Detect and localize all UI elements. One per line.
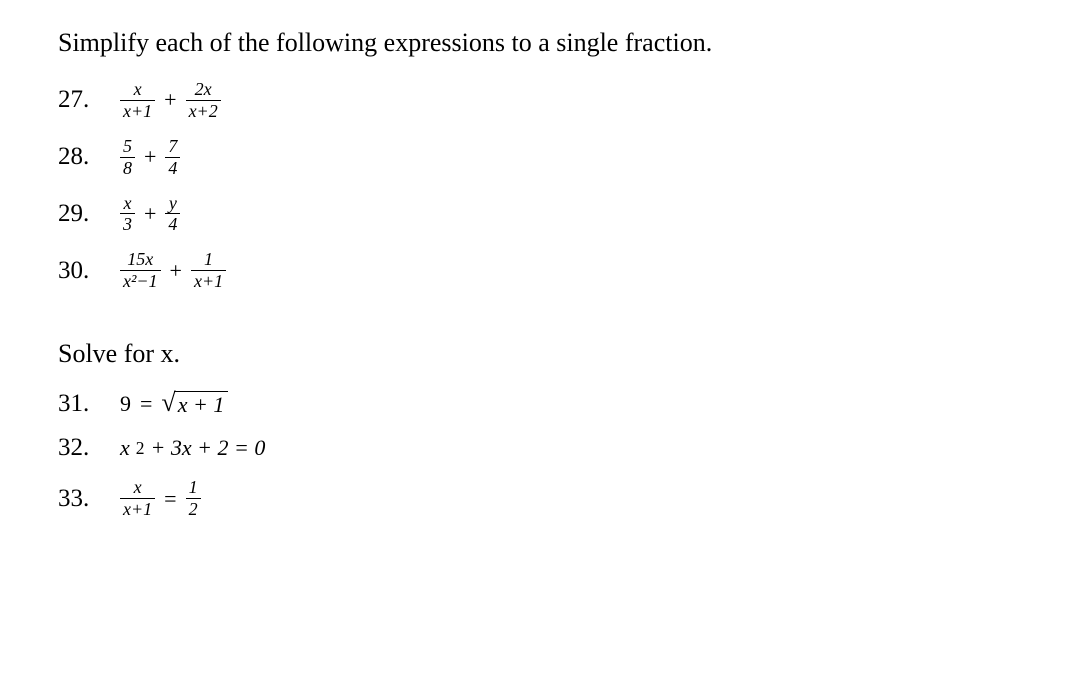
- problem-expression: 9 = √ x + 1: [120, 389, 228, 418]
- square-root: √ x + 1: [161, 389, 228, 418]
- denominator: x+1: [191, 270, 226, 291]
- problem-29: 29. x 3 + y 4: [58, 194, 1022, 235]
- problem-33: 33. x x+1 = 1 2: [58, 478, 1022, 519]
- numerator: 1: [186, 478, 201, 498]
- problem-expression: x x+1 + 2x x+2: [120, 80, 221, 121]
- problem-32: 32. x2 + 3x + 2 = 0: [58, 434, 1022, 462]
- numerator: 1: [201, 250, 216, 270]
- denominator: 2: [186, 498, 201, 519]
- problem-number: 29.: [58, 200, 120, 228]
- problem-number: 32.: [58, 434, 120, 462]
- numerator: 15x: [124, 250, 156, 270]
- problem-expression: 5 8 + 7 4: [120, 137, 180, 178]
- numerator: x: [131, 478, 145, 498]
- numerator: y: [166, 194, 180, 214]
- numerator: 2x: [192, 80, 215, 100]
- problem-31: 31. 9 = √ x + 1: [58, 389, 1022, 418]
- fraction: 1 2: [186, 478, 201, 519]
- fraction: 5 8: [120, 137, 135, 178]
- denominator: x+1: [120, 100, 155, 121]
- operator: +: [141, 201, 159, 227]
- denominator: 4: [165, 213, 180, 234]
- denominator: 8: [120, 157, 135, 178]
- equals-sign: =: [137, 391, 155, 417]
- denominator: 4: [165, 157, 180, 178]
- problem-27: 27. x x+1 + 2x x+2: [58, 80, 1022, 121]
- numerator: 5: [120, 137, 135, 157]
- denominator: 3: [120, 213, 135, 234]
- fraction: 7 4: [165, 137, 180, 178]
- problem-number: 33.: [58, 485, 120, 513]
- problem-expression: x2 + 3x + 2 = 0: [120, 435, 265, 461]
- denominator: x+2: [186, 100, 221, 121]
- fraction: 1 x+1: [191, 250, 226, 291]
- section2-instruction: Solve for x.: [58, 339, 1022, 369]
- problem-expression: 15x x²−1 + 1 x+1: [120, 250, 226, 291]
- problem-number: 30.: [58, 257, 120, 285]
- fraction: x x+1: [120, 478, 155, 519]
- operator: +: [161, 87, 179, 113]
- numerator: x: [121, 194, 135, 214]
- problem-number: 28.: [58, 143, 120, 171]
- lhs: 9: [120, 391, 131, 417]
- fraction: y 4: [165, 194, 180, 235]
- section1-instruction: Simplify each of the following expressio…: [58, 28, 1022, 58]
- denominator: x+1: [120, 498, 155, 519]
- problem-number: 27.: [58, 86, 120, 114]
- problem-expression: x x+1 = 1 2: [120, 478, 201, 519]
- fraction: x 3: [120, 194, 135, 235]
- numerator: 7: [165, 137, 180, 157]
- fraction: x x+1: [120, 80, 155, 121]
- problem-number: 31.: [58, 390, 120, 418]
- poly-exp: 2: [136, 438, 145, 459]
- denominator: x²−1: [120, 270, 161, 291]
- problem-30: 30. 15x x²−1 + 1 x+1: [58, 250, 1022, 291]
- fraction: 15x x²−1: [120, 250, 161, 291]
- equals-sign: =: [161, 486, 179, 512]
- sqrt-radicand: x + 1: [174, 391, 229, 418]
- sqrt-icon: √: [161, 390, 175, 419]
- operator: +: [141, 144, 159, 170]
- poly-var: x: [120, 435, 130, 461]
- problem-28: 28. 5 8 + 7 4: [58, 137, 1022, 178]
- operator: +: [167, 258, 185, 284]
- numerator: x: [131, 80, 145, 100]
- problem-expression: x 3 + y 4: [120, 194, 180, 235]
- fraction: 2x x+2: [186, 80, 221, 121]
- poly-rest: + 3x + 2 = 0: [151, 435, 266, 461]
